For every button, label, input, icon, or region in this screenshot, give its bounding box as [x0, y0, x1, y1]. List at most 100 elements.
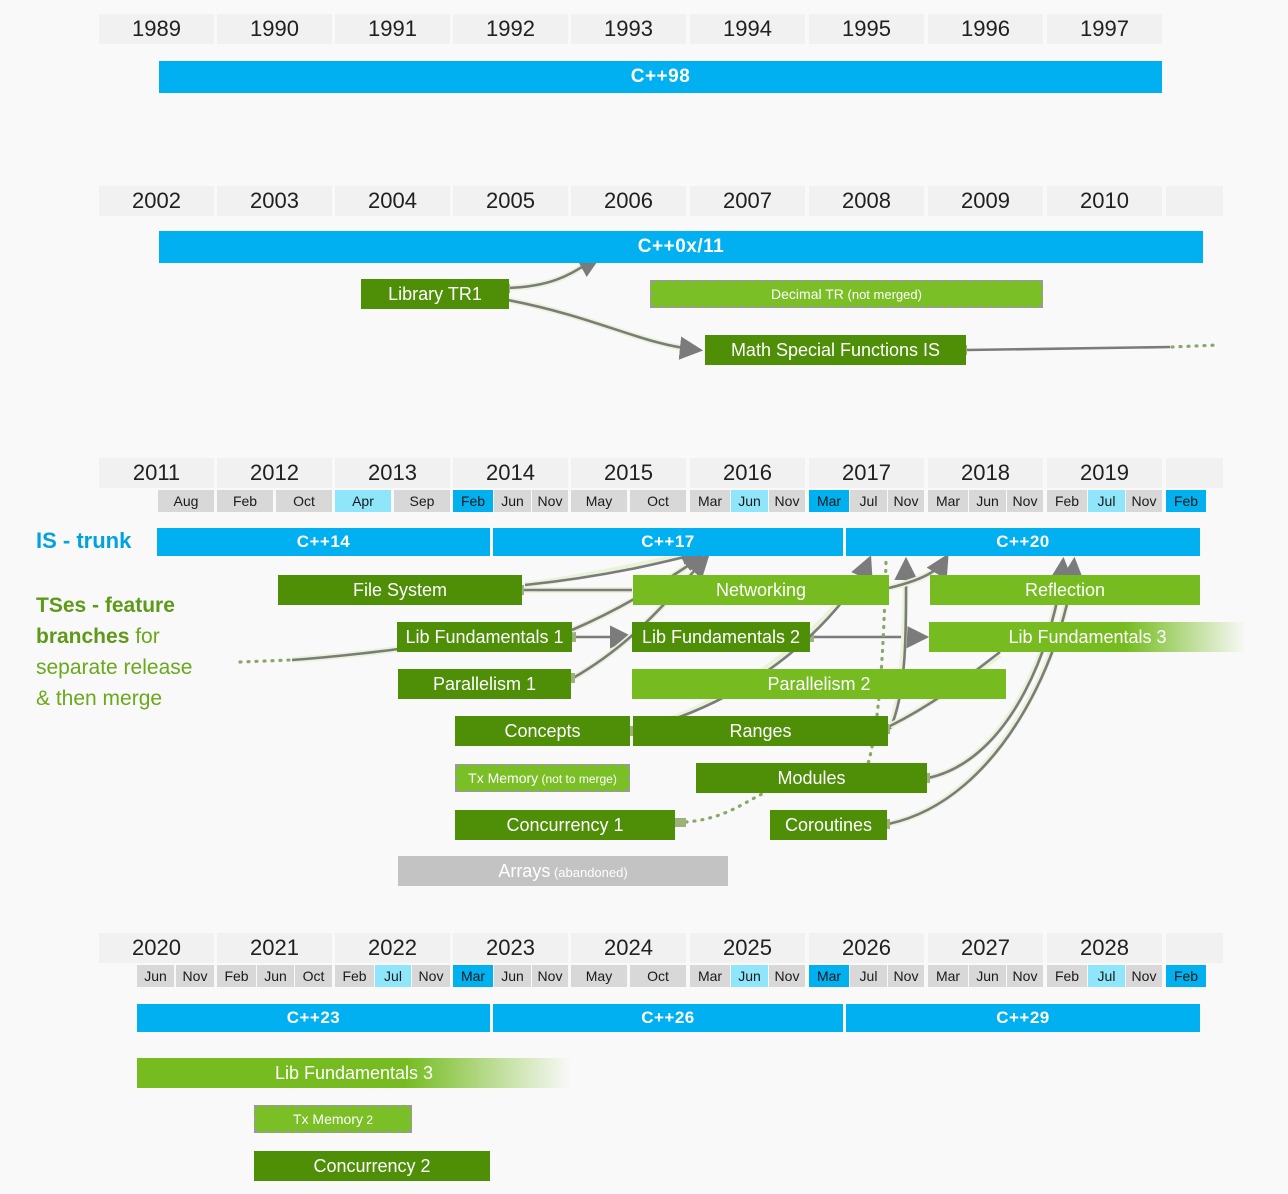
- ts-bar-lib-fundamentals-2[interactable]: Lib Fundamentals 2: [632, 622, 810, 652]
- ts-note: (abandoned): [550, 865, 628, 880]
- year-cell: 2011: [99, 458, 214, 488]
- trunk-bar-cpp14[interactable]: C++14: [157, 528, 490, 556]
- month-cell[interactable]: Feb: [1166, 965, 1206, 987]
- month-cell[interactable]: Nov: [888, 965, 924, 987]
- trunk-bar-cpp0x11[interactable]: C++0x/11: [159, 231, 1203, 263]
- month-cell[interactable]: Jun: [494, 490, 531, 512]
- ts-bar-lib-fundamentals-3-b[interactable]: Lib Fundamentals 3: [137, 1058, 571, 1088]
- month-cell[interactable]: Nov: [176, 965, 214, 987]
- ts-bar-file-system[interactable]: File System: [278, 575, 522, 605]
- year-cell: 2009: [928, 186, 1043, 216]
- month-cell[interactable]: Nov: [532, 965, 568, 987]
- ts-bar-math-special-functions[interactable]: Math Special Functions IS: [705, 335, 966, 365]
- month-cell[interactable]: May: [571, 490, 627, 512]
- year-cell: 2004: [335, 186, 450, 216]
- month-cell[interactable]: Nov: [1126, 490, 1162, 512]
- month-cell[interactable]: Apr: [335, 490, 391, 512]
- month-cell[interactable]: Jul: [850, 490, 887, 512]
- ts-bar-parallelism-1[interactable]: Parallelism 1: [398, 669, 571, 699]
- caption-is-trunk: IS - trunk: [36, 528, 132, 553]
- month-cell[interactable]: Feb: [453, 490, 493, 512]
- year-cell: 2006: [571, 186, 686, 216]
- year-cell: 1995: [809, 14, 924, 44]
- year-cell: 2023: [453, 933, 568, 963]
- year-cell: 2028: [1047, 933, 1162, 963]
- month-cell[interactable]: Nov: [1007, 490, 1043, 512]
- ts-bar-lib-fundamentals-3[interactable]: Lib Fundamentals 3: [929, 622, 1246, 652]
- month-cell[interactable]: Mar: [690, 490, 730, 512]
- ts-bar-tx-memory-2[interactable]: Tx Memory 2: [254, 1105, 412, 1133]
- trunk-bar-cpp29[interactable]: C++29: [846, 1004, 1200, 1032]
- month-cell[interactable]: Mar: [809, 965, 849, 987]
- month-cell[interactable]: Nov: [1126, 965, 1162, 987]
- month-cell[interactable]: Oct: [630, 965, 686, 987]
- month-cell[interactable]: Feb: [1047, 490, 1087, 512]
- month-cell[interactable]: Oct: [276, 490, 332, 512]
- caption-tses-line1: TSes - feature: [36, 594, 175, 617]
- month-cell[interactable]: Nov: [412, 965, 450, 987]
- year-cell: 2016: [690, 458, 805, 488]
- month-cell[interactable]: Mar: [928, 965, 968, 987]
- year-cell: 2021: [217, 933, 332, 963]
- ts-bar-modules[interactable]: Modules: [696, 763, 927, 793]
- month-cell[interactable]: Nov: [769, 965, 805, 987]
- month-cell[interactable]: Jun: [731, 965, 768, 987]
- month-cell[interactable]: Nov: [532, 490, 568, 512]
- month-cell[interactable]: Aug: [158, 490, 214, 512]
- ts-bar-reflection[interactable]: Reflection: [930, 575, 1200, 605]
- month-cell[interactable]: Oct: [630, 490, 686, 512]
- month-cell[interactable]: Jul: [375, 965, 411, 987]
- ts-bar-tx-memory[interactable]: Tx Memory (not to merge): [455, 764, 630, 792]
- month-cell[interactable]: Nov: [769, 490, 805, 512]
- ts-bar-concepts[interactable]: Concepts: [455, 716, 630, 746]
- ts-bar-coroutines[interactable]: Coroutines: [770, 810, 887, 840]
- trunk-bar-cpp20[interactable]: C++20: [846, 528, 1200, 556]
- month-cell[interactable]: Jun: [731, 490, 768, 512]
- month-cell[interactable]: Mar: [809, 490, 849, 512]
- month-cell[interactable]: Jul: [1088, 965, 1125, 987]
- ts-label: Arrays: [498, 861, 551, 881]
- year-cell: 2026: [809, 933, 924, 963]
- ts-bar-ranges[interactable]: Ranges: [633, 716, 888, 746]
- ts-bar-arrays-abandoned[interactable]: Arrays (abandoned): [398, 856, 728, 886]
- year-cell: 2002: [99, 186, 214, 216]
- month-cell[interactable]: Mar: [453, 965, 493, 987]
- month-cell[interactable]: Jun: [969, 965, 1006, 987]
- year-cell: 1992: [453, 14, 568, 44]
- month-cell[interactable]: Nov: [1007, 965, 1043, 987]
- year-cell: 2022: [335, 933, 450, 963]
- month-cell[interactable]: Feb: [335, 965, 374, 987]
- month-cell[interactable]: Jul: [850, 965, 887, 987]
- ts-bar-networking[interactable]: Networking: [633, 575, 889, 605]
- month-cell[interactable]: Jun: [494, 965, 531, 987]
- month-cell[interactable]: Jul: [1088, 490, 1125, 512]
- ts-bar-library-tr1[interactable]: Library TR1: [361, 279, 509, 309]
- trunk-bar-cpp98[interactable]: C++98: [159, 61, 1162, 93]
- month-cell[interactable]: Feb: [217, 490, 273, 512]
- trunk-bar-cpp26[interactable]: C++26: [493, 1004, 843, 1032]
- month-cell[interactable]: May: [571, 965, 627, 987]
- trunk-bar-cpp23[interactable]: C++23: [137, 1004, 490, 1032]
- month-cell[interactable]: Jun: [257, 965, 294, 987]
- month-cell[interactable]: Oct: [295, 965, 332, 987]
- ts-bar-parallelism-2[interactable]: Parallelism 2: [632, 669, 1006, 699]
- year-cell: 1996: [928, 14, 1043, 44]
- ts-bar-concurrency-2[interactable]: Concurrency 2: [254, 1151, 490, 1181]
- ts-bar-concurrency-1[interactable]: Concurrency 1: [455, 810, 675, 840]
- ts-bar-decimal-tr[interactable]: Decimal TR (not merged): [650, 280, 1043, 308]
- month-cell[interactable]: Feb: [1166, 490, 1206, 512]
- month-cell[interactable]: Mar: [690, 965, 730, 987]
- month-cell[interactable]: Jun: [969, 490, 1006, 512]
- year-cell: 2012: [217, 458, 332, 488]
- ts-note: (not merged): [843, 287, 922, 302]
- month-cell[interactable]: Jun: [137, 965, 174, 987]
- month-cell[interactable]: Feb: [1047, 965, 1087, 987]
- month-cell[interactable]: Nov: [888, 490, 924, 512]
- ts-bar-lib-fundamentals-1[interactable]: Lib Fundamentals 1: [397, 622, 572, 652]
- month-cell[interactable]: Mar: [928, 490, 968, 512]
- trunk-bar-cpp17[interactable]: C++17: [493, 528, 843, 556]
- year-cell-empty: [1166, 458, 1223, 488]
- month-cell[interactable]: Sep: [394, 490, 450, 512]
- year-cell-empty: [1166, 933, 1223, 963]
- month-cell[interactable]: Feb: [217, 965, 256, 987]
